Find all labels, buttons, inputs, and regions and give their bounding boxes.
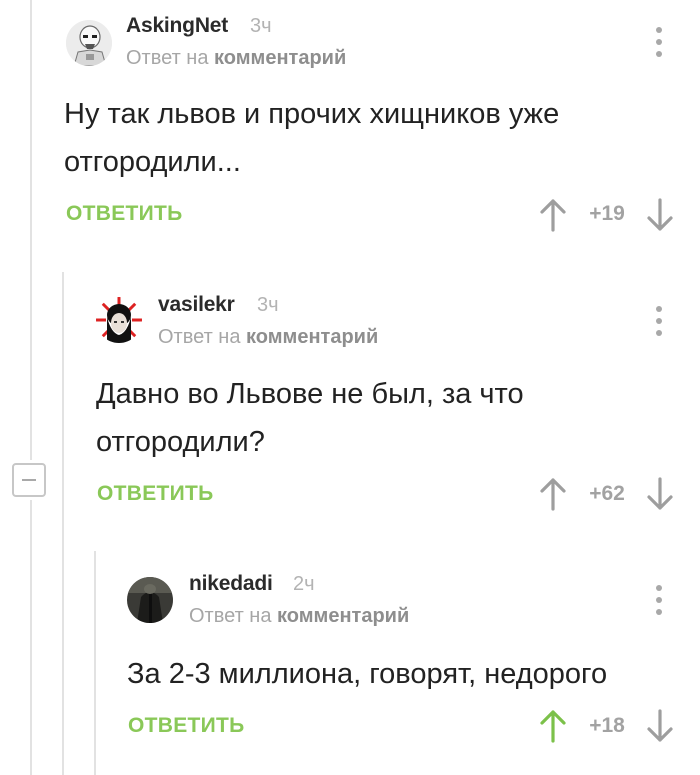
comment-text-line: За 2-3 миллиона, говорят, недорого [127,658,608,690]
comment-text-line: отгородили? [96,426,265,458]
reply-to-link[interactable]: комментарий [246,326,378,348]
reply-button[interactable]: ОТВЕТИТЬ [66,202,183,226]
downvote-arrow-icon[interactable] [645,477,675,511]
upvote-arrow-icon[interactable] [538,198,568,232]
reply-to-line: Ответ на комментарий [126,47,346,70]
downvote-arrow-icon[interactable] [645,709,675,743]
reply-to-line: Ответ на комментарий [158,326,378,349]
author-name[interactable]: nikedadi [189,572,273,596]
reply-to-prefix: Ответ на [126,47,209,69]
author-name[interactable]: vasilekr [158,293,235,317]
reply-to-link[interactable]: комментарий [214,47,346,69]
reply-button[interactable]: ОТВЕТИТЬ [97,482,214,506]
vote-score: +19 [589,202,625,225]
comment-text: Ну так львов и прочих хищников уже отгор… [64,90,559,186]
thread-line-level1 [30,0,32,460]
author-name[interactable]: AskingNet [126,14,228,38]
reply-to-line: Ответ на комментарий [189,605,409,628]
collapse-thread-button[interactable] [12,463,46,497]
comment-time: 3ч [250,15,272,37]
reply-to-link[interactable]: комментарий [277,605,409,627]
avatar[interactable] [66,20,112,66]
comment-text-line: Ну так львов и прочих хищников уже [64,98,560,130]
upvote-arrow-icon[interactable] [538,477,568,511]
more-menu-icon[interactable] [650,306,668,336]
more-menu-icon[interactable] [650,27,668,57]
reply-button[interactable]: ОТВЕТИТЬ [128,714,245,738]
avatar[interactable] [127,577,173,623]
comment-text-line: Давно во Львове не был, за что [96,378,524,410]
avatar[interactable] [96,297,142,343]
comment-text: Давно во Львове не был, за что отгородил… [96,370,524,466]
thread-line-level1-lower [30,500,32,775]
thread-line-level3 [94,551,96,775]
vote-score: +62 [589,482,625,505]
minus-icon [22,479,36,481]
comment-text-line: отгородили... [64,146,241,178]
comment-time: 3ч [257,294,279,316]
thread-line-level2 [62,272,64,775]
reply-to-prefix: Ответ на [189,605,272,627]
comment-text: За 2-3 миллиона, говорят, недорого [127,650,607,698]
upvote-arrow-icon[interactable] [538,709,568,743]
vote-score: +18 [589,714,625,737]
downvote-arrow-icon[interactable] [645,198,675,232]
more-menu-icon[interactable] [650,585,668,615]
reply-to-prefix: Ответ на [158,326,241,348]
comment-time: 2ч [293,573,315,595]
